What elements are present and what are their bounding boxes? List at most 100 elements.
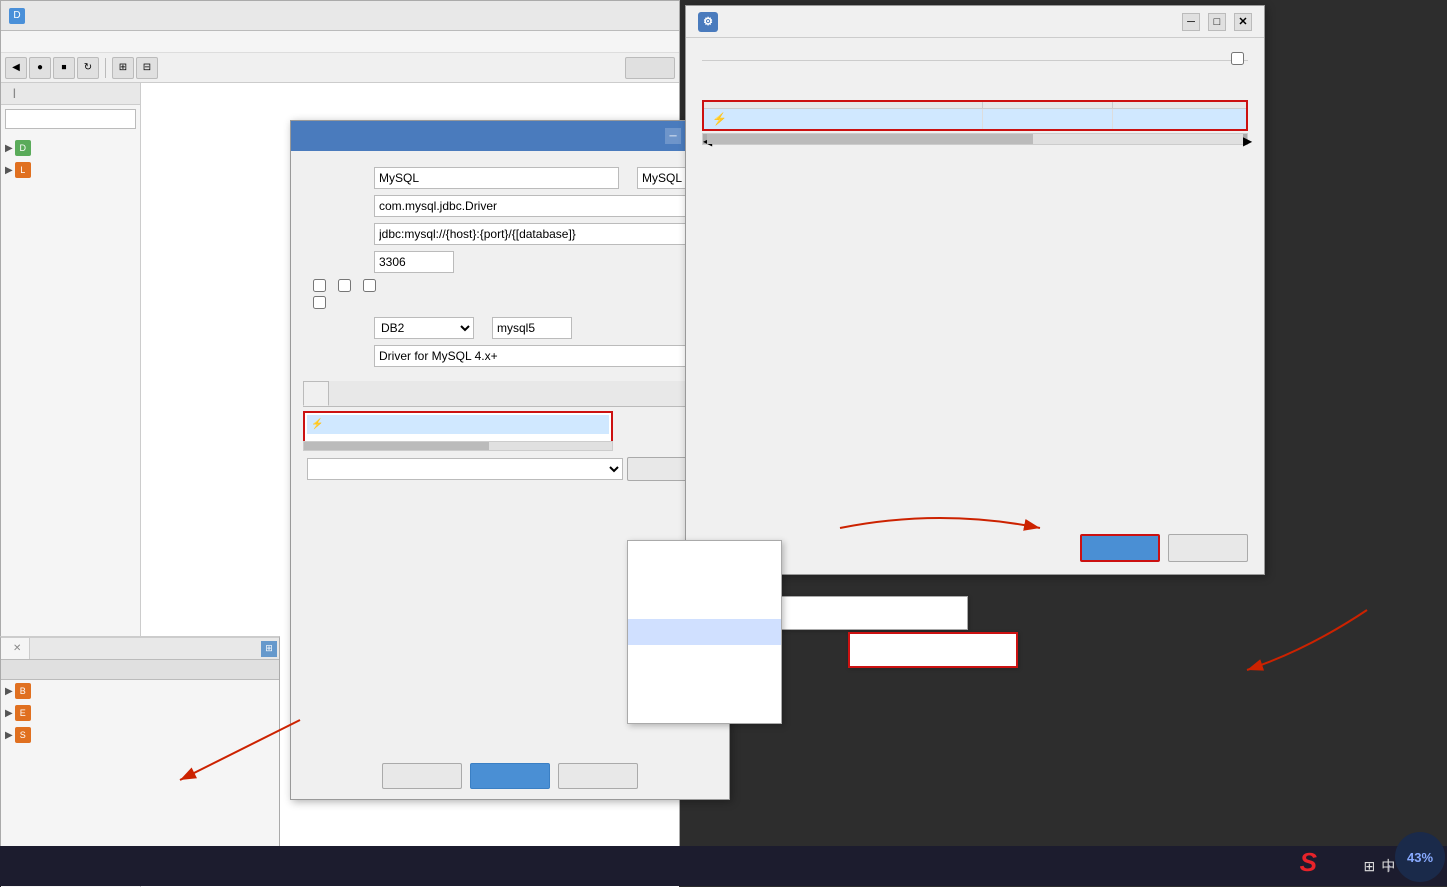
toolbar-btn-3[interactable]: ⏹ — [53, 57, 75, 79]
project-tab-bar: ✕ ⊞ — [1, 638, 279, 660]
ok-btn[interactable] — [470, 763, 550, 789]
tree-item-dbeaver[interactable]: ▶ D — [1, 137, 140, 159]
edit-driver-body: DB2 ⚡ — [291, 151, 729, 491]
edit-driver-minimize[interactable]: ─ — [665, 128, 681, 144]
desc-input[interactable] — [374, 345, 717, 367]
ctx-info[interactable] — [628, 645, 781, 671]
ds-col-version — [982, 101, 1112, 109]
menu-sql[interactable] — [69, 40, 77, 44]
driver-class-row — [303, 457, 717, 481]
db-icon-2: L — [15, 162, 31, 178]
toolbar-btn-5[interactable]: ⊞ — [112, 57, 134, 79]
toolbar-submit[interactable] — [625, 57, 675, 79]
tree-item-localhost[interactable]: ▶ L — [1, 159, 140, 181]
project-tab-close[interactable]: ✕ — [13, 643, 21, 654]
toolbar-btn-6[interactable]: ⊟ — [136, 57, 158, 79]
project-col-header — [1, 660, 279, 680]
dir-select[interactable]: DB2 — [374, 317, 474, 339]
ds-close-btn[interactable]: ✕ — [1234, 13, 1252, 31]
ctx-add-folder[interactable] — [628, 567, 781, 593]
project-tab[interactable]: ✕ — [1, 638, 30, 659]
project-content: ▶ B ▶ E ▶ S — [1, 660, 279, 746]
tab-connection-props[interactable] — [329, 381, 355, 406]
ctx-delete[interactable] — [628, 671, 781, 697]
ds-scroll-thumb — [707, 134, 1033, 144]
checkbox-embed[interactable] — [313, 279, 326, 292]
ds-warning — [702, 73, 1248, 92]
reset-btn[interactable] — [382, 763, 462, 789]
menu-navigate[interactable] — [37, 40, 45, 44]
ds-title-icon: ⚙ — [698, 12, 718, 32]
scrollbar-thumb — [304, 442, 489, 450]
checkbox-embed-row — [303, 279, 717, 292]
ds-h-scrollbar[interactable]: ◀ ▶ — [702, 133, 1248, 145]
sidebar-search-input[interactable] — [5, 109, 136, 129]
project-item-erdiagrams[interactable]: ▶ E — [1, 702, 279, 724]
ctx-add-file[interactable] — [628, 541, 781, 567]
ds-subtitle — [686, 38, 1264, 52]
project-maximize-btn[interactable]: ⊞ — [261, 641, 277, 657]
default-port-input[interactable] — [374, 251, 454, 273]
checkbox-allow-empty[interactable] — [363, 279, 376, 292]
horizontal-scrollbar[interactable] — [303, 441, 613, 451]
sidebar-search-area — [1, 105, 140, 133]
ds-col-description — [1113, 101, 1247, 109]
ds-desc — [686, 52, 1264, 56]
ctx-class-path[interactable] — [628, 697, 781, 723]
dir-row: DB2 — [303, 317, 717, 339]
edit-driver-cancel-btn[interactable] — [558, 763, 638, 789]
main-menu-bar — [1, 31, 679, 53]
ds-file-row[interactable]: ⚡ — [703, 109, 1247, 131]
ds-download-btn[interactable] — [1080, 534, 1160, 562]
tab-advanced-params[interactable] — [355, 381, 381, 406]
erdiagrams-icon: E — [15, 705, 31, 721]
force-download-checkbox[interactable] — [1231, 52, 1244, 65]
toolbar-btn-1[interactable]: ◀ — [5, 57, 27, 79]
connection-details-popup[interactable] — [758, 596, 968, 630]
ds-maximize-btn[interactable]: □ — [1208, 13, 1226, 31]
url-template-input[interactable] — [374, 223, 717, 245]
library-file-row[interactable]: ⚡ — [307, 415, 609, 434]
checkbox-no-auth[interactable] — [338, 279, 351, 292]
erdiagrams-arrow: ▶ — [5, 708, 13, 719]
menu-search[interactable] — [53, 40, 61, 44]
id-input[interactable] — [492, 317, 572, 339]
edit-driver-settings-popup[interactable] — [848, 632, 1018, 668]
menu-file[interactable] — [5, 40, 13, 44]
driver-class-select[interactable] — [307, 458, 623, 480]
checkbox-legacy[interactable] — [313, 296, 326, 309]
toolbar-refresh[interactable]: ↻ — [77, 57, 99, 79]
ds-files-section: ⚡ ◀ ▶ — [702, 100, 1248, 145]
tab-library[interactable] — [303, 381, 329, 406]
edit-driver-bottom-btns — [291, 763, 729, 789]
ds-minimize-btn[interactable]: ─ — [1182, 13, 1200, 31]
ds-divider — [702, 60, 1248, 61]
db-icon-1: D — [15, 140, 31, 156]
bookmarks-icon: B — [15, 683, 31, 699]
ds-col-file — [703, 101, 982, 109]
driver-name-input[interactable] — [374, 167, 619, 189]
tab-local-client[interactable] — [381, 381, 407, 406]
project-item-scripts[interactable]: ▶ S — [1, 724, 279, 746]
ds-bottom-btns — [1080, 534, 1248, 562]
class-name-input[interactable] — [374, 195, 717, 217]
library-area: ⚡ — [303, 411, 717, 451]
project-item-bookmarks[interactable]: ▶ B — [1, 680, 279, 702]
ctx-download-update[interactable] — [628, 619, 781, 645]
ds-cancel-btn[interactable] — [1168, 534, 1248, 562]
class-name-row — [303, 195, 717, 217]
driver-settings-dialog: ⚙ ─ □ ✕ — [685, 5, 1265, 575]
battery-percentage: 43% — [1395, 832, 1445, 882]
tray-icon-1: ⊞ — [1363, 858, 1375, 875]
tree-arrow-1: ▶ — [5, 143, 13, 154]
menu-edit[interactable] — [21, 40, 29, 44]
url-template-row — [303, 223, 717, 245]
bg-taskbar: ⊞ 中 ° , ☺ — [0, 846, 1447, 886]
ds-scroll-right[interactable]: ▶ — [1243, 134, 1247, 144]
ds-content: ⚡ ◀ ▶ — [686, 65, 1264, 188]
sogou-icon: S — [1300, 847, 1317, 878]
main-toolbar: ◀ ● ⏹ ↻ ⊞ ⊟ — [1, 53, 679, 83]
ctx-add-artifact[interactable] — [628, 593, 781, 619]
ds-force-checkbox-row — [1231, 52, 1248, 65]
toolbar-btn-2[interactable]: ● — [29, 57, 51, 79]
